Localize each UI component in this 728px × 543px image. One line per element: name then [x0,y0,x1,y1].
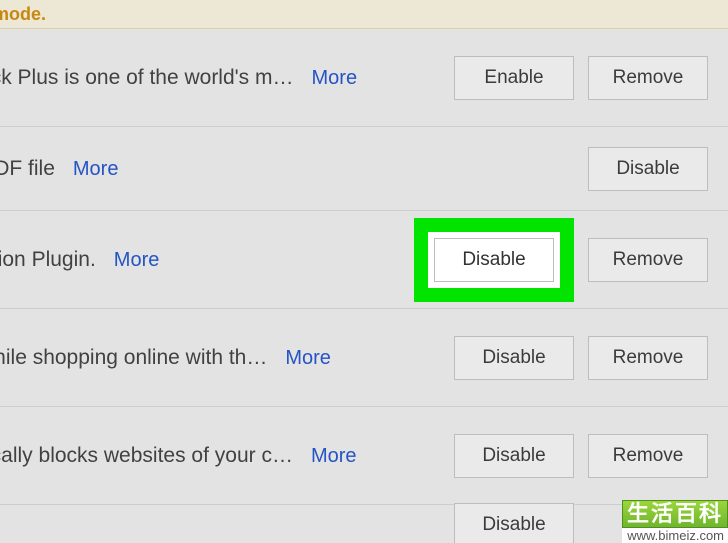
more-link[interactable]: More [311,445,357,468]
disable-button[interactable]: Disable [434,238,554,282]
info-banner-text: …e mode. [0,4,46,25]
extension-row: …matically blocks websites of your c… Mo… [0,407,728,505]
more-link[interactable]: More [73,158,119,181]
disable-button[interactable]: Disable [588,147,708,191]
remove-button[interactable]: Remove [588,336,708,380]
enable-button[interactable]: Enable [454,56,574,100]
extensions-list: …dblock Plus is one of the world's m… Mo… [0,29,728,543]
extension-description: …putation Plugin. [0,248,96,272]
remove-button[interactable]: Remove [588,238,708,282]
info-banner: …e mode. [0,0,728,29]
remove-button[interactable]: Remove [588,56,708,100]
extension-row: Disable [0,505,728,543]
disable-button[interactable]: Disable [454,336,574,380]
extension-row: …be PDF file More Disable [0,127,728,211]
more-link[interactable]: More [312,67,358,90]
extension-description: …be PDF file [0,157,55,181]
disable-button[interactable]: Disable [454,434,574,478]
extension-row: …dblock Plus is one of the world's m… Mo… [0,29,728,127]
extension-row: …putation Plugin. More Disable Remove [0,211,728,309]
extension-description: …dblock Plus is one of the world's m… [0,66,294,90]
extension-description: …ns while shopping online with th… [0,346,267,370]
extension-row: …ns while shopping online with th… More … [0,309,728,407]
more-link[interactable]: More [114,249,160,272]
disable-button[interactable]: Disable [454,503,574,543]
extension-description: …matically blocks websites of your c… [0,444,293,468]
tutorial-highlight: Disable [414,218,574,302]
more-link[interactable]: More [285,347,331,370]
remove-button[interactable]: Remove [588,434,708,478]
